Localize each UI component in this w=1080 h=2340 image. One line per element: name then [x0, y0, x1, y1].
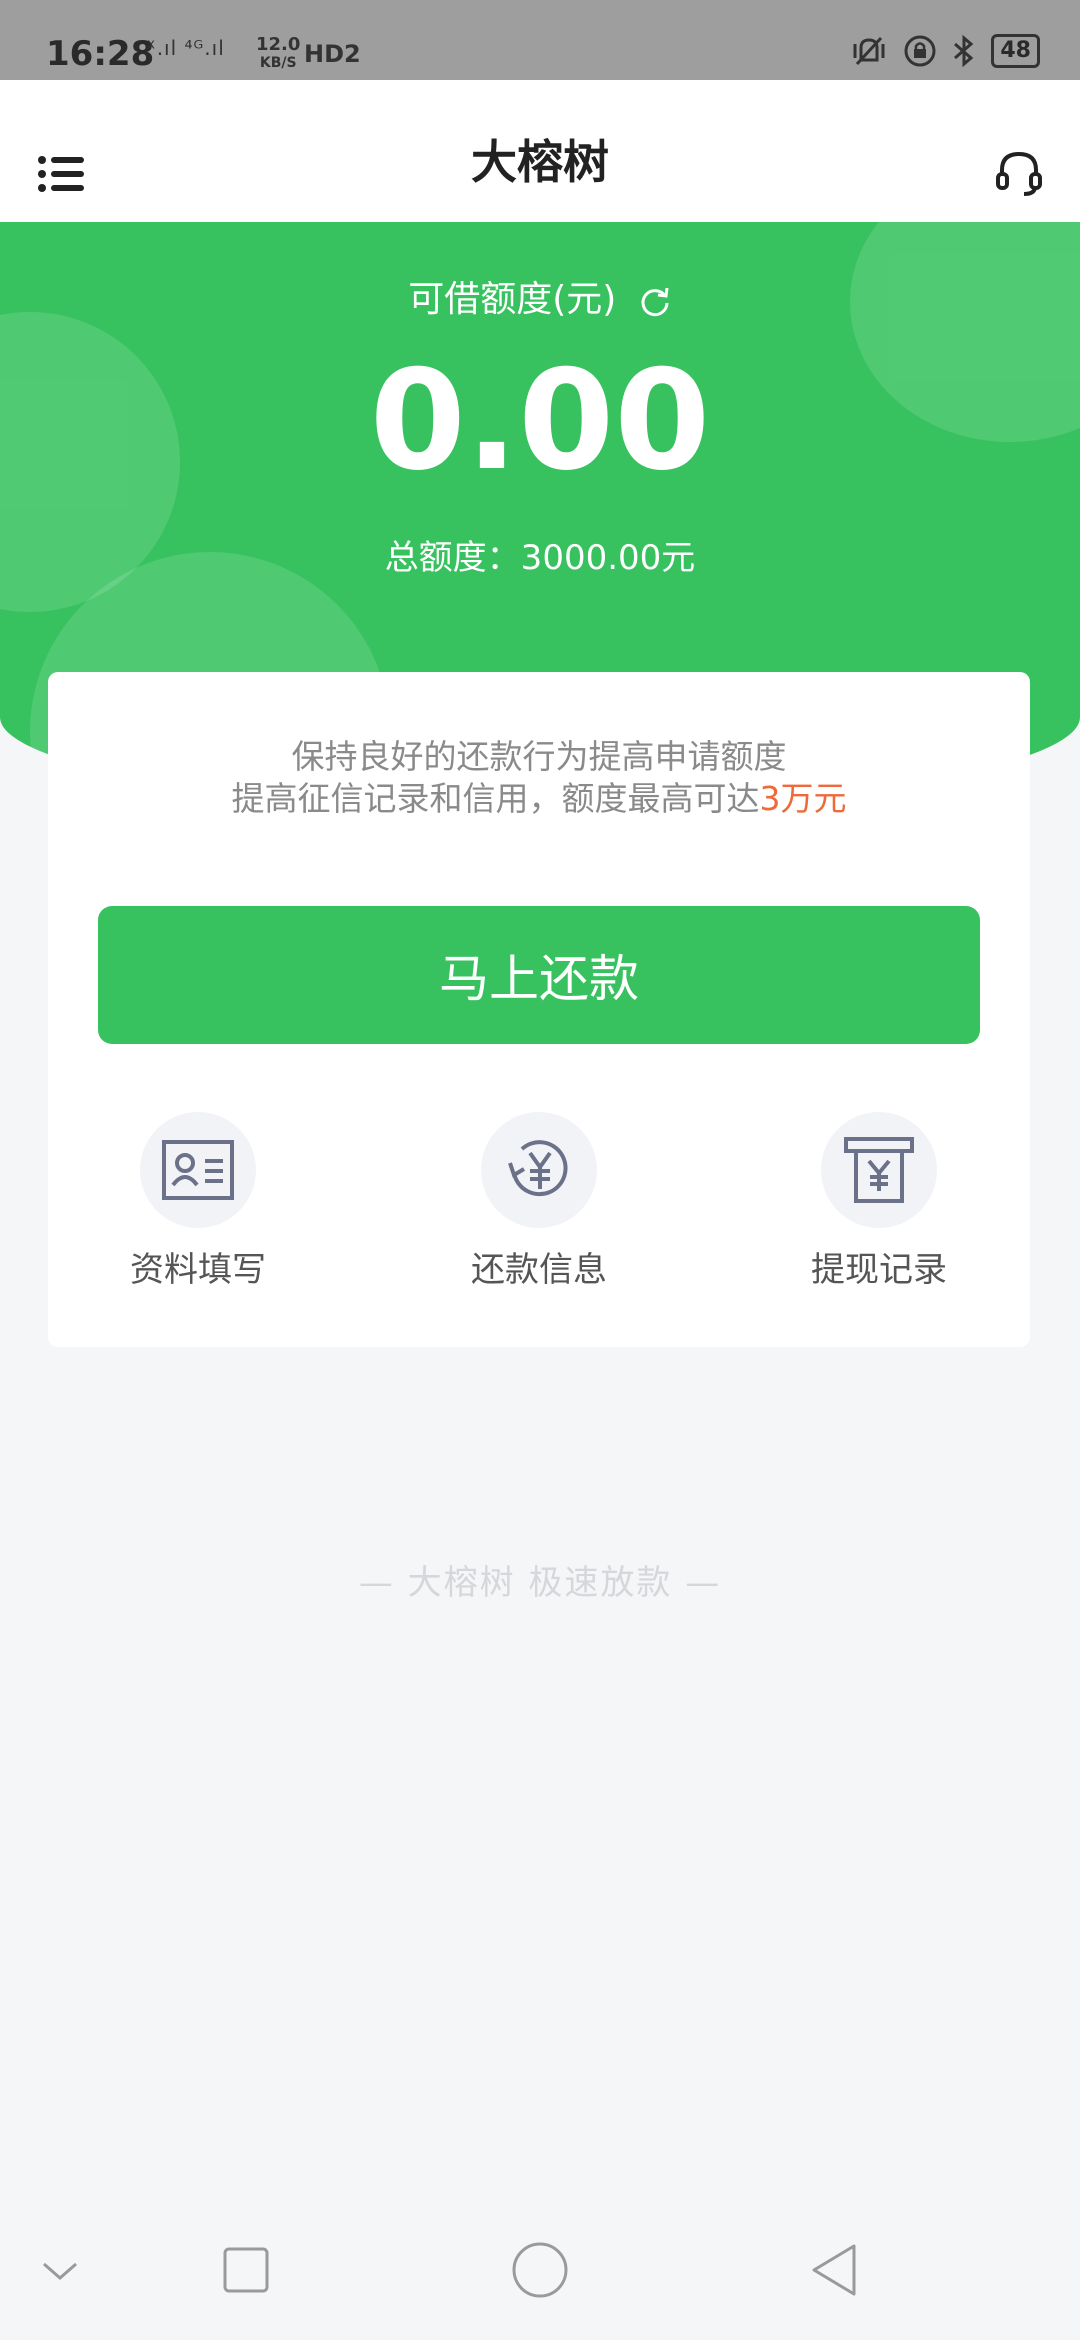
credit-tip-line1: 保持良好的还款行为提高申请额度 — [291, 737, 787, 776]
repay-now-button[interactable]: 马上还款 — [98, 906, 980, 1044]
id-card-icon — [162, 1140, 234, 1200]
hd-voice-icon: HD2 — [304, 40, 361, 68]
action-label: 还款信息 — [471, 1250, 607, 1290]
credit-tip-line2: 提高征信记录和信用，额度最高可达3万元 — [48, 778, 1030, 820]
vibrate-icon — [853, 36, 885, 66]
footer-slogan: — 大榕树 极速放款 — — [358, 1563, 722, 1603]
available-quota-text: 可借额度(元) — [408, 279, 617, 320]
action-label: 资料填写 — [130, 1250, 266, 1290]
action-icon-bg — [821, 1112, 937, 1228]
action-icon-bg — [481, 1112, 597, 1228]
status-time: 16:28 — [46, 34, 155, 74]
chevron-down-icon[interactable] — [30, 2240, 90, 2300]
yuan-refresh-icon — [508, 1140, 568, 1197]
battery-indicator: 48 — [991, 34, 1040, 68]
quick-actions: 资料填写 还款信息 提现记录 — [48, 1112, 1030, 1290]
headset-icon[interactable] — [994, 148, 1044, 198]
action-repay-info[interactable]: 还款信息 — [419, 1112, 659, 1291]
status-bar: 16:28 ᕽ.ıl ⁴ᴳ.ıl 12.0 KB/S HD2 48 — [0, 0, 1080, 80]
total-quota: 总额度：3000.00元 — [384, 538, 696, 578]
action-withdraw-records[interactable]: 提现记录 — [759, 1112, 999, 1291]
action-label: 提现记录 — [811, 1250, 947, 1290]
repay-card: 保持良好的还款行为提高申请额度 提高征信记录和信用，额度最高可达3万元 马上还款… — [48, 672, 1030, 1347]
network-speed-unit: KB/S — [259, 55, 297, 71]
system-nav-bar — [0, 2200, 1080, 2340]
bluetooth-icon — [954, 34, 974, 68]
credit-tip-line2-text: 提高征信记录和信用，额度最高可达 — [231, 779, 760, 818]
action-profile-fill[interactable]: 资料填写 — [78, 1112, 318, 1291]
available-quota-amount: 0.00 — [369, 340, 711, 501]
recent-apps-icon[interactable] — [216, 2240, 276, 2300]
home-icon[interactable] — [510, 2240, 570, 2300]
back-icon[interactable] — [804, 2240, 864, 2300]
app-header: 大榕树 — [0, 80, 1080, 222]
network-speed: 12.0 KB/S — [256, 36, 300, 72]
lock-rotation-icon — [904, 35, 936, 67]
max-quota-highlight: 3万元 — [759, 779, 847, 818]
atm-withdraw-icon — [844, 1137, 914, 1203]
action-icon-bg — [140, 1112, 256, 1228]
signal-icons: ᕽ.ıl ⁴ᴳ.ıl — [146, 36, 225, 60]
credit-tip: 保持良好的还款行为提高申请额度 提高征信记录和信用，额度最高可达3万元 — [48, 736, 1030, 820]
network-speed-value: 12.0 — [256, 34, 301, 55]
available-quota-label: 可借额度(元) — [0, 270, 1080, 322]
status-right-icons: 48 — [849, 34, 1040, 68]
refresh-icon[interactable] — [638, 284, 672, 318]
page-title: 大榕树 — [471, 135, 609, 189]
